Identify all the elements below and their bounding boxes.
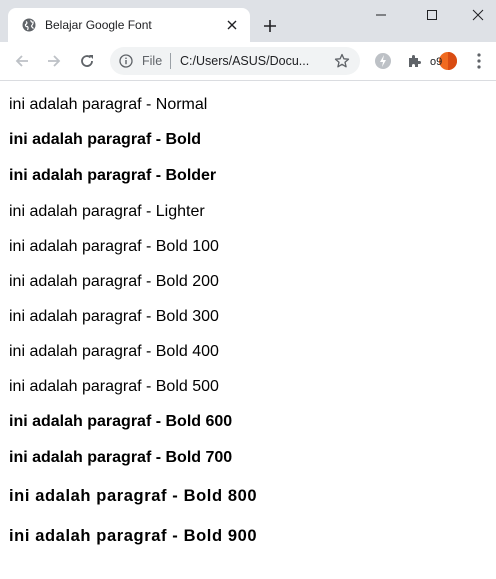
- paragraph-bold-900: ini adalah paragraf - Bold 900: [9, 527, 258, 545]
- arrow-right-icon: [48, 55, 61, 67]
- paragraph-bold-600: ini adalah paragraf - Bold 600: [9, 413, 233, 430]
- extensions-menu-button[interactable]: [405, 51, 425, 71]
- paragraph-bold-400: ini adalah paragraf - Bold 400: [9, 343, 219, 360]
- paragraph-bold-800: ini adalah paragraf - Bold 800: [9, 487, 258, 505]
- reload-icon: [81, 55, 93, 67]
- new-tab-button[interactable]: [259, 15, 281, 37]
- forward-button[interactable]: [42, 49, 66, 73]
- tab-title: Belajar Google Font: [45, 18, 152, 32]
- url-text[interactable]: C:/Users/ASUS/Docu...: [180, 54, 309, 68]
- avatar-text: o9: [430, 56, 442, 68]
- minimize-icon: [376, 14, 386, 16]
- puzzle-icon: [409, 55, 421, 67]
- paragraph-bold-100: ini adalah paragraf - Bold 100: [9, 238, 219, 255]
- kebab-menu-icon: [477, 53, 481, 69]
- paragraph-bold: ini adalah paragraf - Bold: [9, 131, 202, 148]
- avatar-icon: o9: [430, 52, 457, 70]
- bolt-icon: [375, 53, 391, 69]
- plus-icon: [264, 20, 276, 32]
- paragraph-bold-300: ini adalah paragraf - Bold 300: [9, 308, 219, 325]
- browser-tab[interactable]: Belajar Google Font: [8, 8, 250, 42]
- maximize-icon: [427, 10, 437, 20]
- paragraph-bold-700: ini adalah paragraf - Bold 700: [9, 449, 233, 466]
- maximize-button[interactable]: [409, 0, 455, 30]
- paragraph-bold-200: ini adalah paragraf - Bold 200: [9, 273, 219, 290]
- browser-menu-button[interactable]: [470, 51, 488, 71]
- info-icon[interactable]: [119, 54, 133, 68]
- profile-avatar[interactable]: o9: [428, 51, 458, 71]
- back-button[interactable]: [10, 49, 34, 73]
- window-close-button[interactable]: [455, 0, 496, 30]
- title-bar: Belajar Google Font: [0, 0, 496, 42]
- paragraph-bolder: ini adalah paragraf - Bolder: [9, 167, 217, 184]
- arrow-left-icon: [15, 55, 28, 67]
- close-icon: [227, 20, 237, 30]
- page-content: ini adalah paragraf - Normal ini adalah …: [0, 81, 496, 579]
- minimize-button[interactable]: [358, 0, 404, 30]
- globe-icon: [22, 18, 36, 32]
- paragraph-normal: ini adalah paragraf - Normal: [9, 96, 208, 113]
- tab-close-button[interactable]: [224, 17, 240, 33]
- scheme-label: File: [142, 54, 163, 68]
- paragraph-bold-500: ini adalah paragraf - Bold 500: [9, 378, 219, 395]
- reload-button[interactable]: [75, 49, 99, 73]
- star-icon[interactable]: [334, 53, 350, 69]
- paragraph-lighter: ini adalah paragraf - Lighter: [9, 203, 205, 220]
- close-icon: [472, 9, 484, 21]
- address-bar[interactable]: File C:/Users/ASUS/Docu...: [110, 47, 360, 75]
- extension-button[interactable]: [373, 51, 393, 71]
- browser-toolbar: File C:/Users/ASUS/Docu... o9: [0, 42, 496, 81]
- omnibox-divider: [170, 53, 171, 69]
